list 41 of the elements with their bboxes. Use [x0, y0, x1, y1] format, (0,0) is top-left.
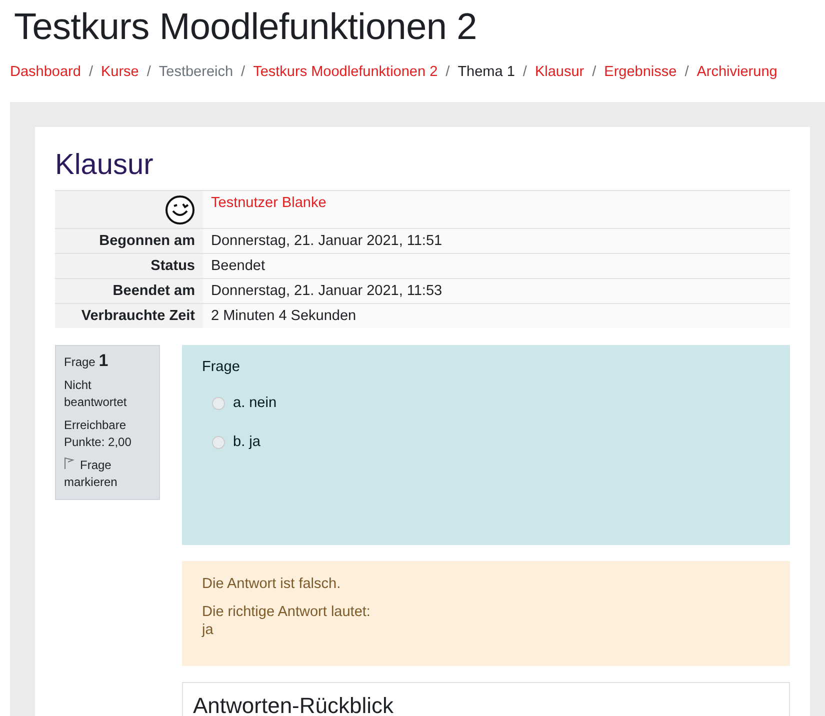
winking-smiley-icon — [165, 194, 195, 224]
breadcrumb-link[interactable]: Archivierung — [696, 64, 778, 102]
breadcrumb-link[interactable]: Dashboard — [10, 64, 81, 102]
breadcrumb-separator: / — [88, 64, 93, 82]
review-heading: Antworten-Rückblick — [193, 692, 395, 716]
breadcrumb-separator: / — [146, 64, 151, 82]
answer-option[interactable]: b. ja — [212, 434, 770, 450]
flag-question-link[interactable]: Frage markieren — [64, 457, 151, 491]
question-state: Nicht beantwortet — [64, 377, 128, 411]
correct-answer-label: Die richtige Antwort lautet: — [202, 603, 372, 621]
page-title: Testkurs Moodlefunktionen 2 — [13, 5, 478, 48]
breadcrumb-separator: / — [241, 64, 246, 82]
radio-button[interactable] — [212, 436, 225, 448]
breadcrumb-separator: / — [446, 64, 450, 82]
answer-option[interactable]: a. nein — [212, 395, 770, 411]
breadcrumb-link[interactable]: Kurse — [100, 64, 139, 102]
question-points: Erreichbare Punkte: 2,00 — [64, 417, 132, 451]
question-number: Frage 1 — [64, 352, 110, 371]
breadcrumb-separator: / — [684, 64, 689, 82]
breadcrumb-separator: / — [522, 64, 527, 82]
user-link[interactable]: Testnutzer Blanke — [203, 190, 790, 228]
radio-button[interactable] — [212, 396, 225, 410]
breadcrumb-link[interactable]: Ergebnisse — [604, 64, 677, 102]
summary-value: Donnerstag, 21. Januar 2021, 11:51 — [203, 228, 790, 254]
feedback-verdict: Die Antwort ist falsch. — [202, 575, 342, 593]
question-text: Frage — [202, 359, 241, 375]
breadcrumb-separator: / — [592, 64, 596, 82]
flag-icon[interactable] — [64, 457, 74, 469]
summary-label: Status — [55, 254, 203, 278]
breadcrumb-link[interactable]: Klausur — [534, 64, 584, 102]
breadcrumb-item: Thema 1 — [458, 64, 515, 82]
quiz-title: Klausur — [55, 149, 154, 182]
summary-label: Verbrauchte Zeit — [55, 304, 203, 328]
summary-value: 2 Minuten 4 Sekunden — [203, 304, 790, 328]
correct-answer: ja — [202, 621, 214, 639]
summary-value: Donnerstag, 21. Januar 2021, 11:53 — [203, 278, 790, 304]
summary-label: Beendet am — [55, 278, 203, 304]
summary-value: Beendet — [203, 254, 790, 278]
breadcrumb-item: Testbereich — [158, 64, 234, 82]
breadcrumb-link[interactable]: Testkurs Moodlefunktionen 2 — [253, 64, 438, 102]
summary-label: Begonnen am — [55, 228, 203, 254]
